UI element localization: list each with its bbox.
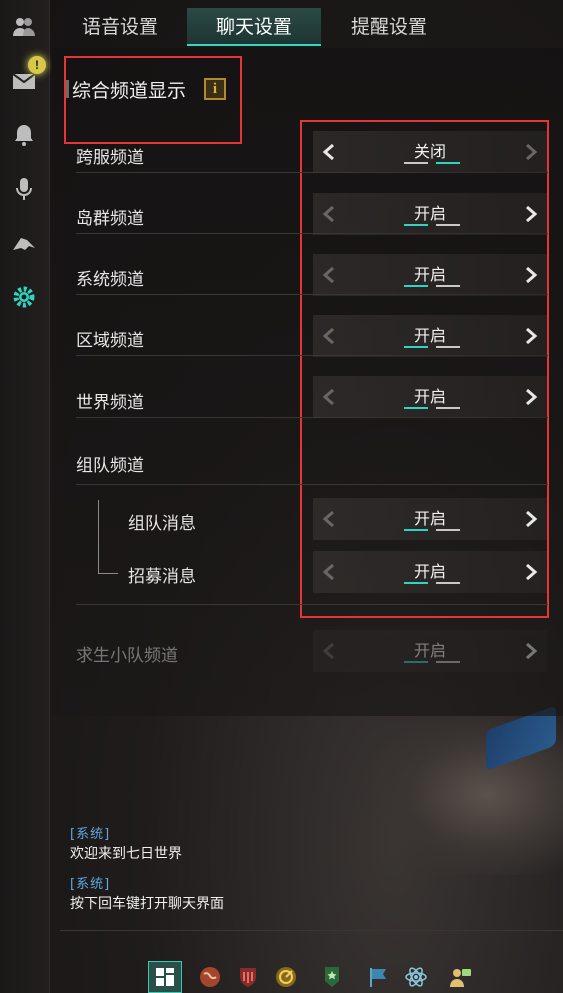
row-label-team: 组队频道 <box>76 456 144 476</box>
tree-connector <box>98 573 118 574</box>
toggle-world: 开启 <box>313 376 547 418</box>
state-indicator <box>404 582 428 584</box>
toggle-region: 开启 <box>313 315 547 357</box>
atom-icon[interactable] <box>402 963 430 991</box>
row-label-world: 世界频道 <box>76 393 144 413</box>
state-indicator <box>436 285 460 287</box>
chat-tag: [系统] <box>70 877 111 892</box>
row-label-team-message: 组队消息 <box>128 514 196 534</box>
chat-tag: [系统] <box>70 827 111 842</box>
row-label-region: 区域频道 <box>76 331 144 351</box>
row-label-survival-squad: 求生小队频道 <box>76 646 178 666</box>
toggle-value: 开启 <box>413 509 446 528</box>
toggle-team-message: 开启 <box>313 498 547 540</box>
state-indicator <box>436 346 460 348</box>
toggle-recruit-message: 开启 <box>313 551 547 593</box>
state-indicator <box>436 529 460 531</box>
row-label-cross-server: 跨服频道 <box>76 148 144 168</box>
state-indicator <box>404 529 428 531</box>
row-label-system: 系统频道 <box>76 270 144 290</box>
state-indicator <box>436 661 460 663</box>
toggle-value: 开启 <box>413 265 446 284</box>
chevron-right-icon[interactable] <box>519 376 543 418</box>
state-indicator <box>404 162 428 164</box>
user-chat-icon[interactable] <box>446 963 474 991</box>
bottom-toolbar <box>148 960 478 993</box>
toggle-cross-server: 关闭 <box>313 131 547 173</box>
bird-icon[interactable] <box>9 228 39 258</box>
state-indicator <box>404 224 428 226</box>
chat-message: 欢迎来到七日世界 <box>70 846 182 862</box>
toggle-value: 开启 <box>413 562 446 581</box>
chevron-right-icon[interactable] <box>519 254 543 296</box>
toggle-value: 关闭 <box>413 142 446 161</box>
radar-icon[interactable] <box>272 963 300 991</box>
chevron-right-icon[interactable] <box>519 498 543 540</box>
state-indicator <box>436 224 460 226</box>
chevron-right-icon[interactable] <box>519 630 543 672</box>
chevron-right-icon[interactable] <box>519 131 543 173</box>
sidebar: ! <box>0 0 50 993</box>
tab-chat-settings[interactable]: 聊天设置 <box>187 8 321 46</box>
state-indicator <box>404 285 428 287</box>
flag-icon[interactable] <box>364 963 392 991</box>
toggle-value: 开启 <box>413 387 446 406</box>
layout-icon[interactable] <box>148 961 182 993</box>
state-indicator <box>404 346 428 348</box>
chevron-right-icon[interactable] <box>519 551 543 593</box>
state-indicator <box>436 582 460 584</box>
bell-icon[interactable] <box>9 120 39 150</box>
state-indicator <box>436 407 460 409</box>
toggle-value: 开启 <box>413 641 446 660</box>
badge-icon[interactable] <box>318 963 346 991</box>
chevron-right-icon[interactable] <box>519 315 543 357</box>
tab-reminder-settings[interactable]: 提醒设置 <box>335 8 443 46</box>
row-label-recruit-message: 招募消息 <box>128 567 196 587</box>
chat-message: 按下回车键打开聊天界面 <box>70 896 224 912</box>
state-indicator <box>436 162 460 164</box>
row-divider <box>76 604 548 605</box>
chat-divider <box>60 930 563 931</box>
state-indicator <box>404 661 428 663</box>
toggle-value: 开启 <box>413 204 446 223</box>
tab-voice-settings[interactable]: 语音设置 <box>66 8 174 46</box>
toggle-island-group: 开启 <box>313 193 547 235</box>
microphone-icon[interactable] <box>9 174 39 204</box>
chevron-right-icon[interactable] <box>519 193 543 235</box>
toggle-survival-squad: 开启 <box>313 630 547 672</box>
shield-icon[interactable] <box>234 963 262 991</box>
tree-connector <box>98 500 99 574</box>
settings-tabs: 语音设置 聊天设置 提醒设置 <box>52 8 563 46</box>
highlight-box-title <box>64 56 242 144</box>
row-divider <box>76 484 548 485</box>
gear-icon[interactable] <box>9 282 39 312</box>
friends-icon[interactable] <box>9 12 39 42</box>
state-indicator <box>404 407 428 409</box>
mail-badge: ! <box>28 56 46 74</box>
globe-icon[interactable] <box>196 963 224 991</box>
row-label-island-group: 岛群频道 <box>76 209 144 229</box>
toggle-system: 开启 <box>313 254 547 296</box>
toggle-value: 开启 <box>413 326 446 345</box>
